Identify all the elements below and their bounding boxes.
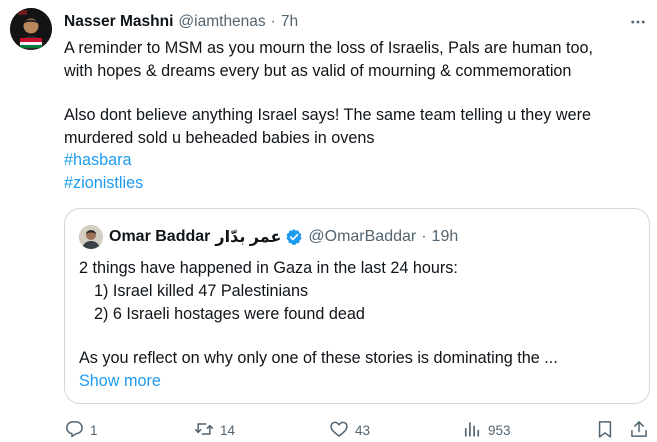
quoted-author-name[interactable]: Omar Baddar <box>109 228 210 246</box>
author-name[interactable]: Nasser Mashni <box>64 13 173 31</box>
verified-badge-icon <box>285 228 303 246</box>
quoted-line: As you reflect on why only one of these … <box>79 349 558 368</box>
quoted-author-handle[interactable]: @OmarBaddar <box>308 228 416 246</box>
tweet-header: Nasser Mashni @iamthenas · 7h <box>64 11 298 33</box>
retweet-icon <box>194 419 214 442</box>
tweet-line: with hopes & dreams every but as valid o… <box>64 61 572 80</box>
quoted-tweet[interactable]: Omar Baddar عمر بدّار @OmarBaddar · 19h … <box>64 208 650 404</box>
like-button[interactable]: 43 <box>329 418 370 442</box>
hashtag-link[interactable]: #hasbara <box>64 151 132 169</box>
reply-count: 1 <box>90 422 98 438</box>
views-button[interactable]: 953 <box>462 418 511 442</box>
quoted-tweet-text: 2 things have happened in Gaza in the la… <box>79 257 639 393</box>
quoted-line: 2) 6 Israeli hostages were found dead <box>94 304 365 323</box>
quoted-tweet-time[interactable]: 19h <box>432 228 459 246</box>
like-count: 43 <box>355 422 371 438</box>
bookmark-button[interactable] <box>595 418 615 442</box>
retweet-button[interactable]: 14 <box>194 418 235 442</box>
quoted-line: 1) Israel killed 47 Palestinians <box>94 281 309 300</box>
more-dots-icon[interactable] <box>628 12 648 32</box>
tweet[interactable]: Nasser Mashni @iamthenas · 7h A reminder… <box>0 0 657 442</box>
retweet-count: 14 <box>220 422 236 438</box>
tweet-time[interactable]: 7h <box>281 13 298 31</box>
quoted-author-name-arabic[interactable]: عمر بدّار <box>215 227 281 247</box>
quoted-tweet-header: Omar Baddar عمر بدّار @OmarBaddar · 19h <box>79 225 458 249</box>
heart-icon <box>329 419 349 442</box>
quoted-line: 2 things have happened in Gaza in the la… <box>79 259 458 277</box>
share-button[interactable] <box>629 418 649 442</box>
reply-icon <box>64 419 84 442</box>
author-handle[interactable]: @iamthenas <box>178 13 265 31</box>
quoted-author-avatar[interactable] <box>79 225 103 249</box>
share-icon <box>629 419 649 442</box>
views-chart-icon <box>462 419 482 442</box>
tweet-line: A reminder to MSM as you mourn the loss … <box>64 39 594 57</box>
header-separator: · <box>270 13 276 30</box>
reply-button[interactable]: 1 <box>64 418 98 442</box>
bookmark-icon <box>595 419 615 442</box>
tweet-text: A reminder to MSM as you mourn the loss … <box>64 37 649 195</box>
tweet-line: Also dont believe anything Israel says! … <box>64 106 591 125</box>
hashtag-link[interactable]: #zionistlies <box>64 174 143 192</box>
views-count: 953 <box>488 422 511 438</box>
quoted-header-separator: · <box>421 228 427 245</box>
tweet-line: murdered sold u beheaded babies in ovens <box>64 128 375 147</box>
tweet-actions: 1 14 43 953 <box>64 418 649 442</box>
show-more-link[interactable]: Show more <box>79 372 161 390</box>
author-avatar[interactable] <box>10 8 52 50</box>
